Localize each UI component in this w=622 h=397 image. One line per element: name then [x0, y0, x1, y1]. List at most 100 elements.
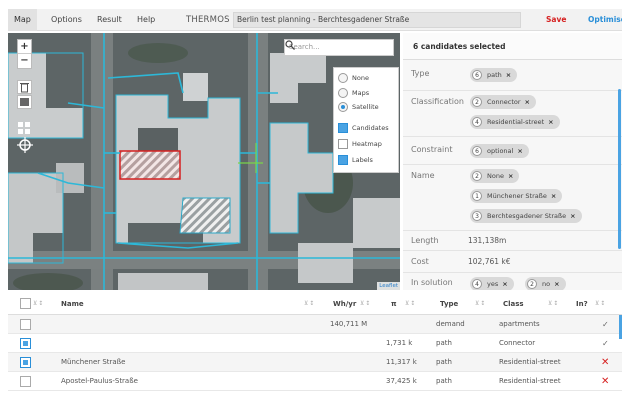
close-icon[interactable]: × [506, 71, 511, 79]
crosshair-icon [17, 137, 33, 153]
chip-class-residential[interactable]: 4 Residential-street × [470, 115, 560, 129]
cost-value: 102,761 k€ [468, 257, 511, 266]
radio-none[interactable] [338, 73, 348, 83]
cost-row: Cost 102,761 k€ [403, 251, 622, 273]
name-label: Name [411, 171, 435, 180]
row-pi: 37,425 k [386, 377, 417, 385]
row-checkbox[interactable] [20, 319, 31, 330]
classification-row: Classification 2 Connector × 4 Residential-… [403, 91, 622, 137]
column-pi[interactable]: π [391, 293, 397, 315]
filter-icon[interactable]: ⊻ ↕ [475, 293, 485, 315]
row-name: Apostel-Paulus-Straße [61, 377, 138, 385]
chip-class-connector[interactable]: 2 Connector × [470, 95, 536, 109]
panel-header: 6 candidates selected [403, 33, 622, 60]
column-in[interactable]: In? [576, 293, 588, 315]
close-icon[interactable]: × [502, 280, 507, 288]
constraint-label: Constraint [411, 145, 453, 154]
column-type[interactable]: Type [440, 293, 458, 315]
top-menu-bar: Map Options Result Help THERMOS Berlin t… [8, 9, 622, 31]
column-name[interactable]: Name [61, 293, 84, 315]
chip-name-none[interactable]: 2 None × [470, 169, 520, 183]
length-row: Length 131,138m [403, 231, 622, 251]
length-value: 131,138m [468, 236, 507, 245]
row-type: path [436, 377, 452, 385]
row-type: path [436, 358, 452, 366]
row-type: demand [436, 320, 465, 328]
map-attribution[interactable]: Leaflet [377, 282, 400, 290]
filter-icon[interactable]: ⊻ ↕ [360, 293, 370, 315]
close-icon[interactable]: × [548, 118, 553, 126]
type-row: Type 6 path × [403, 60, 622, 91]
draw-rectangle-tool[interactable] [17, 95, 32, 109]
chip-in-no[interactable]: 2 no × [525, 277, 566, 290]
table-row[interactable]: 1,731 k path Connector ✓ [8, 334, 622, 353]
filter-icon[interactable]: ⊻ ↕ [595, 293, 605, 315]
in-solution-label: In solution [411, 278, 453, 287]
column-class[interactable]: Class [503, 293, 524, 315]
zoom-control: + − [17, 39, 32, 69]
tab-help[interactable]: Help [137, 9, 155, 31]
length-label: Length [411, 236, 439, 245]
tab-options[interactable]: Options [51, 9, 82, 31]
close-icon[interactable]: × [551, 192, 556, 200]
row-pi: 1,731 k [386, 339, 413, 347]
select-all-checkbox[interactable] [20, 298, 31, 309]
classification-label: Classification [411, 97, 464, 106]
zoom-in-button[interactable]: + [18, 40, 31, 54]
grid-icon [18, 122, 30, 134]
in-solution-row: In solution 4 yes × 2 no × [403, 273, 622, 290]
project-name-field[interactable]: Berlin test planning - Berchtesgadener S… [233, 12, 521, 28]
check-icon: ✓ [602, 339, 609, 348]
row-checkbox[interactable] [20, 338, 31, 349]
constraint-row: Constraint 6 optional × [403, 137, 622, 165]
chip-in-yes[interactable]: 4 yes × [470, 277, 514, 290]
panel-scrollbar[interactable] [618, 89, 621, 249]
row-checkbox[interactable] [20, 357, 31, 368]
search-icon[interactable] [285, 40, 295, 50]
close-icon[interactable]: × [570, 212, 575, 220]
row-checkbox[interactable] [20, 376, 31, 387]
chip-constraint-optional[interactable]: 6 optional × [470, 144, 529, 158]
map-view[interactable]: Search... + − None Maps Satellite Candid… [8, 33, 400, 290]
filter-icon[interactable]: ⊻ ↕ [548, 293, 558, 315]
checkbox-labels[interactable] [338, 155, 348, 165]
chip-name-muenchener[interactable]: 1 Münchener Straße × [470, 189, 563, 203]
radio-satellite[interactable] [338, 102, 348, 112]
radio-maps[interactable] [338, 88, 348, 98]
chip-name-berchtesgadener[interactable]: 3 Berchtesgadener Straße × [470, 209, 582, 223]
checkbox-heatmap[interactable] [338, 139, 348, 149]
close-icon[interactable]: × [525, 98, 530, 106]
cross-icon: ✕ [601, 357, 610, 368]
table-row[interactable]: Münchener Straße 11,317 k path Residenti… [8, 353, 622, 372]
zoom-out-button[interactable]: − [18, 54, 31, 68]
brand-label: THERMOS [186, 15, 230, 25]
grid-tool[interactable] [17, 121, 32, 135]
row-class: Residential-street [499, 377, 561, 385]
row-type: path [436, 339, 452, 347]
row-whyr: 140,711 M [330, 320, 368, 328]
table-row[interactable]: Apostel-Paulus-Straße 37,425 k path Resi… [8, 372, 622, 391]
save-button[interactable]: Save [546, 9, 566, 31]
filter-icon[interactable]: ⊻ ↕ [405, 293, 415, 315]
close-icon[interactable]: × [508, 172, 513, 180]
map-search-input[interactable]: Search... [284, 39, 394, 56]
checkbox-candidates[interactable] [338, 123, 348, 133]
tab-map[interactable]: Map [8, 9, 37, 31]
close-icon[interactable]: × [517, 147, 522, 155]
filter-icon[interactable]: ⊻ ↕ [33, 293, 43, 315]
column-whyr[interactable]: Wh/yr [333, 293, 356, 315]
chip-type-path[interactable]: 6 path × [470, 68, 518, 82]
filter-icon[interactable]: ⊻ ↕ [304, 293, 314, 315]
table-header: ⊻ ↕ Name ⊻ ↕ Wh/yr ⊻ ↕ π ⊻ ↕ Type ⊻ ↕ Cl… [8, 293, 622, 315]
table-row[interactable]: 140,711 M demand apartments ✓ [8, 315, 622, 334]
delete-tool[interactable] [17, 80, 32, 94]
close-icon[interactable]: × [554, 280, 559, 288]
optimise-button[interactable]: Optimise▸ [588, 9, 622, 31]
locate-tool[interactable] [17, 137, 33, 153]
row-pi: 11,317 k [386, 358, 417, 366]
candidates-table: ⊻ ↕ Name ⊻ ↕ Wh/yr ⊻ ↕ π ⊻ ↕ Type ⊻ ↕ Cl… [8, 293, 622, 397]
row-class: apartments [499, 320, 540, 328]
tab-result[interactable]: Result [97, 9, 122, 31]
layer-control: None Maps Satellite Candidates Heatmap L… [333, 67, 399, 173]
cost-label: Cost [411, 257, 429, 266]
